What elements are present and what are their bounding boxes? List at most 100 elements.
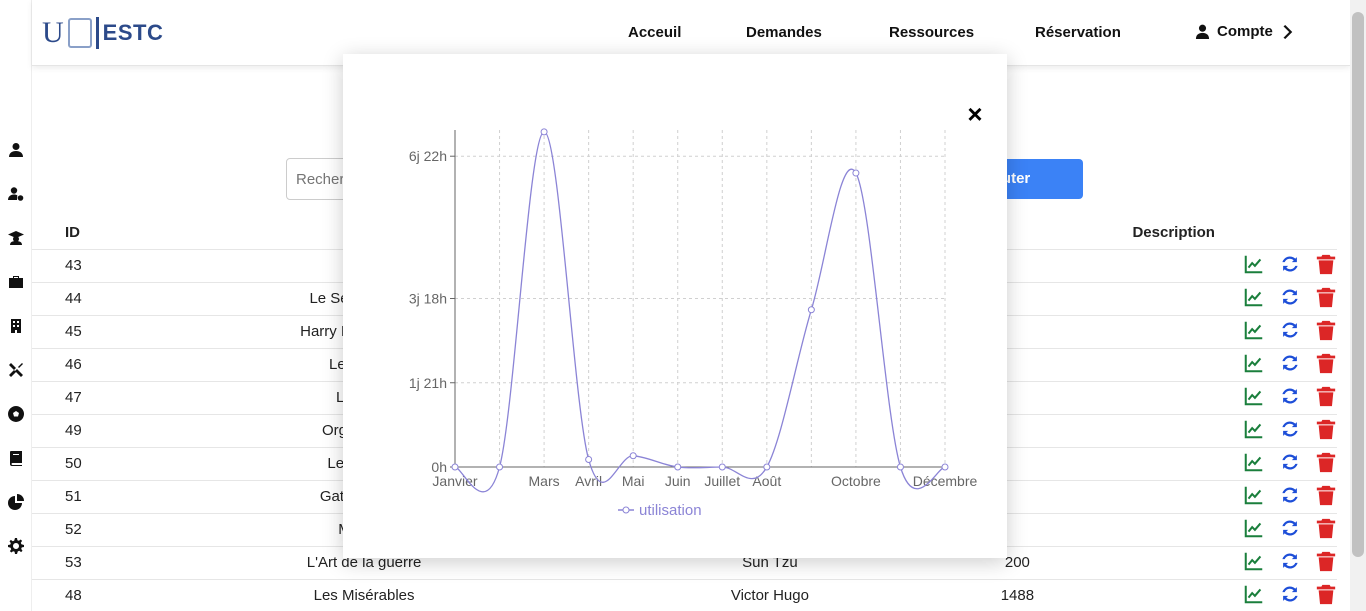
y-tick-label: 3j 18h xyxy=(409,291,447,307)
cell-description xyxy=(1111,281,1236,315)
user-icon[interactable] xyxy=(6,140,26,160)
cell-actions xyxy=(1235,314,1337,348)
cell-actions xyxy=(1235,347,1337,381)
data-point xyxy=(674,463,682,471)
header-id[interactable]: ID xyxy=(32,216,112,249)
sidebar xyxy=(0,0,32,611)
refresh-icon[interactable] xyxy=(1279,286,1301,312)
refresh-icon[interactable] xyxy=(1279,517,1301,543)
stats-icon[interactable] xyxy=(1243,451,1265,477)
y-tick-label: 1j 21h xyxy=(409,375,447,391)
stats-icon[interactable] xyxy=(1243,484,1265,510)
x-tick-label: Mars xyxy=(529,473,560,489)
cell-id: 50 xyxy=(32,446,112,480)
stats-icon[interactable] xyxy=(1243,352,1265,378)
cell-description xyxy=(1111,545,1236,579)
refresh-icon[interactable] xyxy=(1279,451,1301,477)
data-point xyxy=(540,128,548,136)
data-point xyxy=(496,463,504,471)
refresh-icon[interactable] xyxy=(1279,253,1301,279)
cell-id: 46 xyxy=(32,347,112,381)
building-icon[interactable] xyxy=(6,316,26,336)
legend-label: utilisation xyxy=(639,502,702,519)
nav-reservation[interactable]: Réservation xyxy=(1035,24,1121,41)
refresh-icon[interactable] xyxy=(1279,484,1301,510)
x-tick-label: Août xyxy=(752,473,781,489)
tools-icon[interactable] xyxy=(6,360,26,380)
trash-icon[interactable] xyxy=(1315,352,1337,378)
stats-icon[interactable] xyxy=(1243,517,1265,543)
nav-demandes[interactable]: Demandes xyxy=(746,24,822,41)
trash-icon[interactable] xyxy=(1315,550,1337,576)
legend-marker xyxy=(622,506,630,514)
logo-emblem xyxy=(67,18,92,48)
stats-icon[interactable] xyxy=(1243,253,1265,279)
refresh-icon[interactable] xyxy=(1279,583,1301,609)
briefcase-icon[interactable] xyxy=(6,272,26,292)
book-icon[interactable] xyxy=(6,448,26,468)
data-point xyxy=(451,463,459,471)
stats-icon[interactable] xyxy=(1243,286,1265,312)
refresh-icon[interactable] xyxy=(1279,418,1301,444)
scroll-thumb[interactable] xyxy=(1352,12,1364,557)
cell-description xyxy=(1111,413,1236,447)
cell-title: Les Misérables xyxy=(111,578,617,611)
y-tick-label: 6j 22h xyxy=(409,148,447,164)
stats-icon[interactable] xyxy=(1243,418,1265,444)
trash-icon[interactable] xyxy=(1315,385,1337,411)
trash-icon[interactable] xyxy=(1315,517,1337,543)
table-row: 48 Les Misérables Victor Hugo 1488 xyxy=(32,578,1337,611)
x-tick-label: Mai xyxy=(622,473,645,489)
header-actions xyxy=(1236,216,1337,249)
logo-divider xyxy=(95,17,99,49)
trash-icon[interactable] xyxy=(1315,484,1337,510)
cell-actions xyxy=(1235,545,1337,579)
cell-description xyxy=(1111,314,1236,348)
x-tick-label: Juillet xyxy=(704,473,740,489)
stats-icon[interactable] xyxy=(1243,385,1265,411)
trash-icon[interactable] xyxy=(1315,286,1337,312)
nav-account[interactable]: Compte xyxy=(1195,23,1294,40)
settings-icon[interactable] xyxy=(6,536,26,556)
pie-chart-icon[interactable] xyxy=(6,492,26,512)
data-point xyxy=(629,452,637,460)
cell-actions xyxy=(1235,578,1337,611)
trash-icon[interactable] xyxy=(1315,451,1337,477)
stats-icon[interactable] xyxy=(1243,550,1265,576)
cell-description xyxy=(1111,380,1236,414)
cell-id: 49 xyxy=(32,413,112,447)
nav-acceuil[interactable]: Acceuil xyxy=(628,24,681,41)
page-scrollbar[interactable] xyxy=(1350,0,1366,611)
data-point xyxy=(718,463,726,471)
trash-icon[interactable] xyxy=(1315,253,1337,279)
cell-actions xyxy=(1235,479,1337,513)
nav-ressources[interactable]: Ressources xyxy=(889,24,974,41)
logo-text: ESTC xyxy=(102,20,164,45)
refresh-icon[interactable] xyxy=(1279,550,1301,576)
logo-mark: U xyxy=(42,16,64,49)
user-gear-icon[interactable] xyxy=(6,184,26,204)
x-tick-label: Juin xyxy=(665,473,691,489)
refresh-icon[interactable] xyxy=(1279,352,1301,378)
estc-logo[interactable]: U ESTC xyxy=(42,14,163,52)
refresh-icon[interactable] xyxy=(1279,319,1301,345)
stats-icon[interactable] xyxy=(1243,319,1265,345)
header-description[interactable]: Description xyxy=(1111,216,1236,249)
refresh-icon[interactable] xyxy=(1279,385,1301,411)
cell-id: 48 xyxy=(32,578,112,611)
cell-description xyxy=(1111,512,1236,546)
stats-icon[interactable] xyxy=(1243,583,1265,609)
usage-line-chart: 0h1j 21h3j 18h6j 22hJanvier Mars Avril Mai J… xyxy=(409,128,977,519)
trash-icon[interactable] xyxy=(1315,583,1337,609)
cell-description xyxy=(1111,347,1236,381)
chevron-right-icon xyxy=(1283,24,1293,39)
cell-actions xyxy=(1235,446,1337,480)
account-label: Compte xyxy=(1217,23,1273,40)
soccer-ball-icon[interactable] xyxy=(6,404,26,424)
cell-actions xyxy=(1235,380,1337,414)
trash-icon[interactable] xyxy=(1315,418,1337,444)
cell-id: 43 xyxy=(32,248,112,282)
graduate-icon[interactable] xyxy=(6,228,26,248)
trash-icon[interactable] xyxy=(1315,319,1337,345)
data-point xyxy=(807,306,815,314)
